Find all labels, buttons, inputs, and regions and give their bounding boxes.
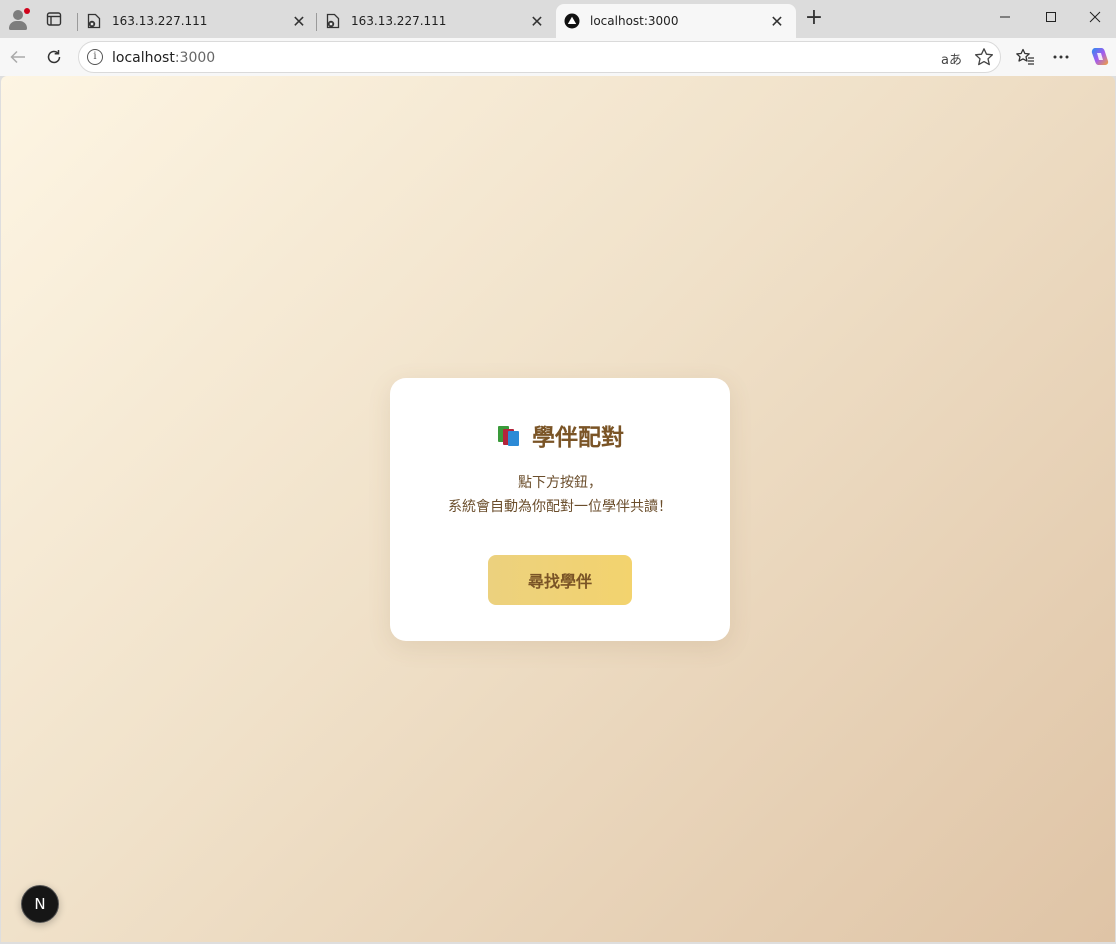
more-icon[interactable] — [1049, 45, 1073, 69]
tab-title: 163.13.227.111 — [112, 14, 208, 28]
close-tab-icon[interactable]: ✕ — [290, 12, 308, 31]
minimize-icon[interactable] — [982, 0, 1028, 34]
books-icon — [496, 422, 524, 448]
page-error-icon — [86, 13, 102, 29]
profile-icon[interactable] — [6, 7, 30, 31]
close-tab-icon[interactable]: ✕ — [528, 12, 546, 31]
nextjs-dev-badge[interactable]: N — [21, 885, 59, 923]
read-aloud-icon[interactable]: aあ — [941, 49, 962, 68]
tab-title: localhost:3000 — [590, 14, 679, 28]
maximize-icon[interactable] — [1028, 0, 1074, 34]
tab-title: 163.13.227.111 — [351, 14, 447, 28]
new-tab-button[interactable]: + — [802, 7, 826, 30]
description-line-1: 點下方按鈕， — [518, 475, 602, 491]
tab-1[interactable]: 163.13.227.111 ✕ — [77, 4, 318, 38]
tab-3-active[interactable]: localhost:3000 ✕ — [556, 4, 796, 38]
tab-2[interactable]: 163.13.227.111 ✕ — [316, 4, 556, 38]
star-icon[interactable] — [973, 46, 995, 68]
page-error-icon — [325, 13, 341, 29]
page-title: 學伴配對 — [532, 425, 624, 451]
close-tab-icon[interactable]: ✕ — [768, 12, 786, 31]
vercel-icon — [564, 13, 580, 29]
back-icon[interactable] — [5, 44, 31, 70]
page-viewport: 學伴配對 點下方按鈕， 系統會自動為你配對一位學伴共讀！ 尋找學伴 N — [1, 76, 1115, 942]
card-header: 學伴配對 — [390, 418, 730, 452]
tab-strip: 163.13.227.111 ✕ 163.13.227.111 ✕ localh… — [0, 0, 1116, 38]
card-description: 點下方按鈕， 系統會自動為你配對一位學伴共讀！ — [390, 471, 730, 519]
copilot-icon[interactable] — [1087, 45, 1111, 69]
match-card: 學伴配對 點下方按鈕， 系統會自動為你配對一位學伴共讀！ 尋找學伴 — [390, 378, 730, 641]
browser-toolbar: i localhost:3000 aあ — [0, 38, 1116, 76]
refresh-icon[interactable] — [41, 44, 67, 70]
close-icon[interactable] — [1072, 0, 1116, 34]
description-line-2: 系統會自動為你配對一位學伴共讀！ — [448, 499, 672, 515]
address-bar[interactable]: i localhost:3000 aあ — [78, 41, 1001, 73]
tab-actions-icon[interactable] — [42, 8, 66, 30]
favorites-icon[interactable] — [1013, 45, 1037, 69]
find-partner-button[interactable]: 尋找學伴 — [488, 555, 632, 605]
url-text: localhost:3000 — [112, 50, 216, 66]
info-icon[interactable]: i — [87, 49, 103, 65]
